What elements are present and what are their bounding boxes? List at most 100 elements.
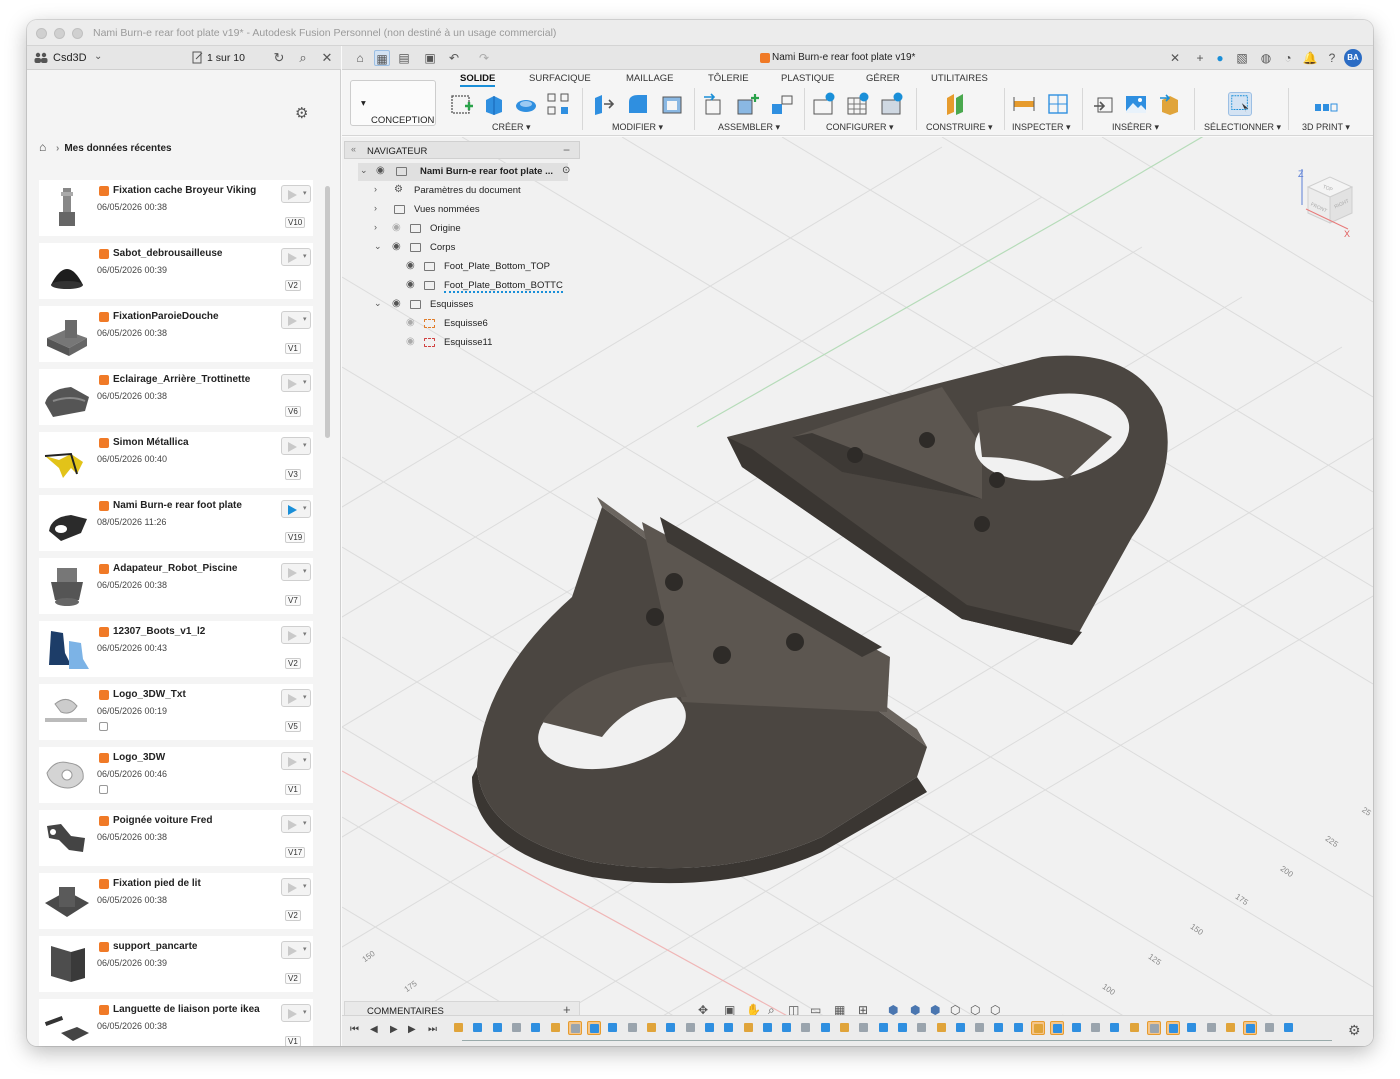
file-thumbnail[interactable]: [41, 308, 93, 360]
navigator-item-esquisse11[interactable]: ◉ Esquisse11: [358, 334, 578, 352]
timeline-feature[interactable]: [915, 1021, 929, 1035]
group-assembler[interactable]: ASSEMBLER ▾: [718, 122, 780, 133]
zoom-window-button[interactable]: [72, 28, 83, 39]
tab-gerer[interactable]: GÉRER: [866, 73, 900, 84]
tab-plastique[interactable]: PLASTIQUE: [781, 73, 834, 84]
configure-table-icon[interactable]: [846, 92, 870, 116]
online-icon[interactable]: ◍: [1258, 50, 1274, 66]
timeline-feature[interactable]: [529, 1021, 543, 1035]
activate-radio-icon[interactable]: ⊙: [562, 165, 570, 176]
open-file-button[interactable]: ▾: [281, 626, 311, 644]
visibility-eye-icon[interactable]: ◉: [406, 317, 415, 328]
redo-icon[interactable]: ↷: [476, 50, 492, 66]
chevron-down-icon[interactable]: ⌄: [360, 165, 368, 176]
file-name[interactable]: Fixation cache Broyeur Viking: [113, 185, 256, 196]
file-thumbnail[interactable]: [41, 245, 93, 297]
chevron-right-icon[interactable]: ›: [374, 222, 377, 232]
group-modifier[interactable]: MODIFIER ▾: [612, 122, 663, 133]
measure-icon[interactable]: [1012, 92, 1036, 116]
navigator-item-corps[interactable]: ⌄ ◉ Corps: [358, 239, 578, 257]
timeline-feature[interactable]: [1243, 1021, 1258, 1035]
group-inserer[interactable]: INSÉRER ▾: [1112, 122, 1159, 133]
timeline-feature[interactable]: [567, 1021, 582, 1035]
version-badge[interactable]: V10: [285, 217, 306, 228]
open-file-button[interactable]: ▾: [281, 248, 311, 266]
home-icon[interactable]: ⌂: [39, 140, 51, 154]
timeline-feature[interactable]: [684, 1021, 698, 1035]
navigator-item-esquisses[interactable]: ⌄ ◉ Esquisses: [358, 296, 578, 314]
workspace-switcher[interactable]: CONCEPTION ▾: [350, 80, 436, 126]
timeline-feature[interactable]: [1012, 1021, 1026, 1035]
visibility-eye-icon[interactable]: ◉: [406, 336, 415, 347]
version-badge[interactable]: V3: [285, 469, 301, 480]
timeline-feature[interactable]: [549, 1021, 563, 1035]
close-window-button[interactable]: [36, 28, 47, 39]
navigator-item-body-bottom[interactable]: ◉ Foot_Plate_Bottom_BOTTC: [358, 277, 578, 295]
clock-icon[interactable]: ◔: [1280, 50, 1296, 66]
navigator-header[interactable]: « NAVIGATEUR −: [344, 141, 580, 159]
version-badge[interactable]: V7: [285, 595, 301, 606]
file-item[interactable]: support_pancarte 06/05/2026 00:39 ▾ V2: [39, 936, 313, 992]
navigator-item-body-top[interactable]: ◉ Foot_Plate_Bottom_TOP: [358, 258, 578, 276]
version-badge[interactable]: V19: [285, 532, 306, 543]
navigator-item-esquisse6[interactable]: ◉ Esquisse6: [358, 315, 578, 333]
file-item[interactable]: Adapateur_Robot_Piscine 06/05/2026 00:38 ▾…: [39, 558, 313, 614]
timeline-feature[interactable]: [742, 1021, 756, 1035]
timeline-feature[interactable]: [587, 1021, 602, 1035]
file-thumbnail[interactable]: [41, 560, 93, 612]
visibility-eye-icon[interactable]: ◉: [376, 165, 385, 176]
chevron-right-icon[interactable]: ›: [374, 184, 377, 194]
version-badge[interactable]: V6: [285, 406, 301, 417]
user-avatar[interactable]: BA: [1344, 49, 1362, 67]
save-icon[interactable]: ▣: [422, 50, 438, 66]
timeline-feature[interactable]: [452, 1021, 466, 1035]
file-thumbnail[interactable]: [41, 434, 93, 486]
file-item[interactable]: Simon Métallica 06/05/2026 00:40 ▾ V3: [39, 432, 313, 488]
undo-icon[interactable]: ↶: [446, 50, 462, 66]
select-icon[interactable]: [1228, 92, 1252, 116]
insert-image-icon[interactable]: [1124, 92, 1148, 116]
group-creer[interactable]: CRÉER ▾: [492, 122, 531, 133]
data-panel-scrollbar[interactable]: [325, 186, 330, 438]
help-icon[interactable]: ?: [1324, 50, 1340, 66]
foot-plate-bottom-body[interactable]: [472, 497, 927, 884]
canvas-viewport[interactable]: 2522520017515012510075150175 « NAVIGATEU…: [342, 137, 1373, 1046]
file-name[interactable]: Simon Métallica: [113, 437, 189, 448]
version-badge[interactable]: V2: [285, 658, 301, 669]
breadcrumb[interactable]: ⌂ › Mes données récentes: [39, 140, 172, 154]
timeline-feature[interactable]: [1263, 1021, 1277, 1035]
chevron-down-icon[interactable]: ⌄: [94, 51, 102, 62]
extrude-icon[interactable]: [482, 92, 506, 116]
press-pull-icon[interactable]: [592, 92, 616, 116]
timeline-feature[interactable]: [1108, 1021, 1122, 1035]
timeline-feature[interactable]: [471, 1021, 485, 1035]
tab-maillage[interactable]: MAILLAGE: [626, 73, 674, 84]
timeline-feature[interactable]: [992, 1021, 1006, 1035]
timeline-feature[interactable]: [722, 1021, 736, 1035]
visibility-eye-icon[interactable]: ◉: [406, 260, 415, 271]
timeline-feature[interactable]: [896, 1021, 910, 1035]
file-thumbnail[interactable]: [41, 623, 93, 675]
file-name[interactable]: FixationParoieDouche: [113, 311, 219, 322]
timeline-feature[interactable]: [1205, 1021, 1219, 1035]
section-analysis-icon[interactable]: [1046, 92, 1070, 116]
timeline-feature[interactable]: [626, 1021, 640, 1035]
file-name[interactable]: Eclairage_Arrière_Trottinette: [113, 374, 250, 385]
timeline-feature[interactable]: [1050, 1021, 1065, 1035]
file-name[interactable]: Languette de liaison porte ikea: [113, 1004, 260, 1015]
file-item[interactable]: Nami Burn-e rear foot plate 08/05/2026 11…: [39, 495, 313, 551]
close-tab-icon[interactable]: ✕: [1167, 50, 1183, 66]
file-thumbnail[interactable]: [41, 686, 93, 738]
open-file-button[interactable]: ▾: [281, 500, 311, 518]
insert-mcmaster-icon[interactable]: [1158, 92, 1182, 116]
tab-utilitaires[interactable]: UTILITAIRES: [931, 73, 988, 84]
file-item[interactable]: Sabot_debrousailleuse 06/05/2026 00:39 ▾ V2: [39, 243, 313, 299]
group-inspecter[interactable]: INSPECTER ▾: [1012, 122, 1071, 133]
open-file-button[interactable]: ▾: [281, 689, 311, 707]
file-name[interactable]: support_pancarte: [113, 941, 197, 952]
timeline-settings-icon[interactable]: ⚙: [1348, 1022, 1361, 1039]
file-item[interactable]: Logo_3DW 06/05/2026 00:46 ▾ V1: [39, 747, 313, 803]
open-file-button[interactable]: ▾: [281, 878, 311, 896]
file-menu-icon[interactable]: ▤: [396, 50, 412, 66]
timeline-feature[interactable]: [1089, 1021, 1103, 1035]
